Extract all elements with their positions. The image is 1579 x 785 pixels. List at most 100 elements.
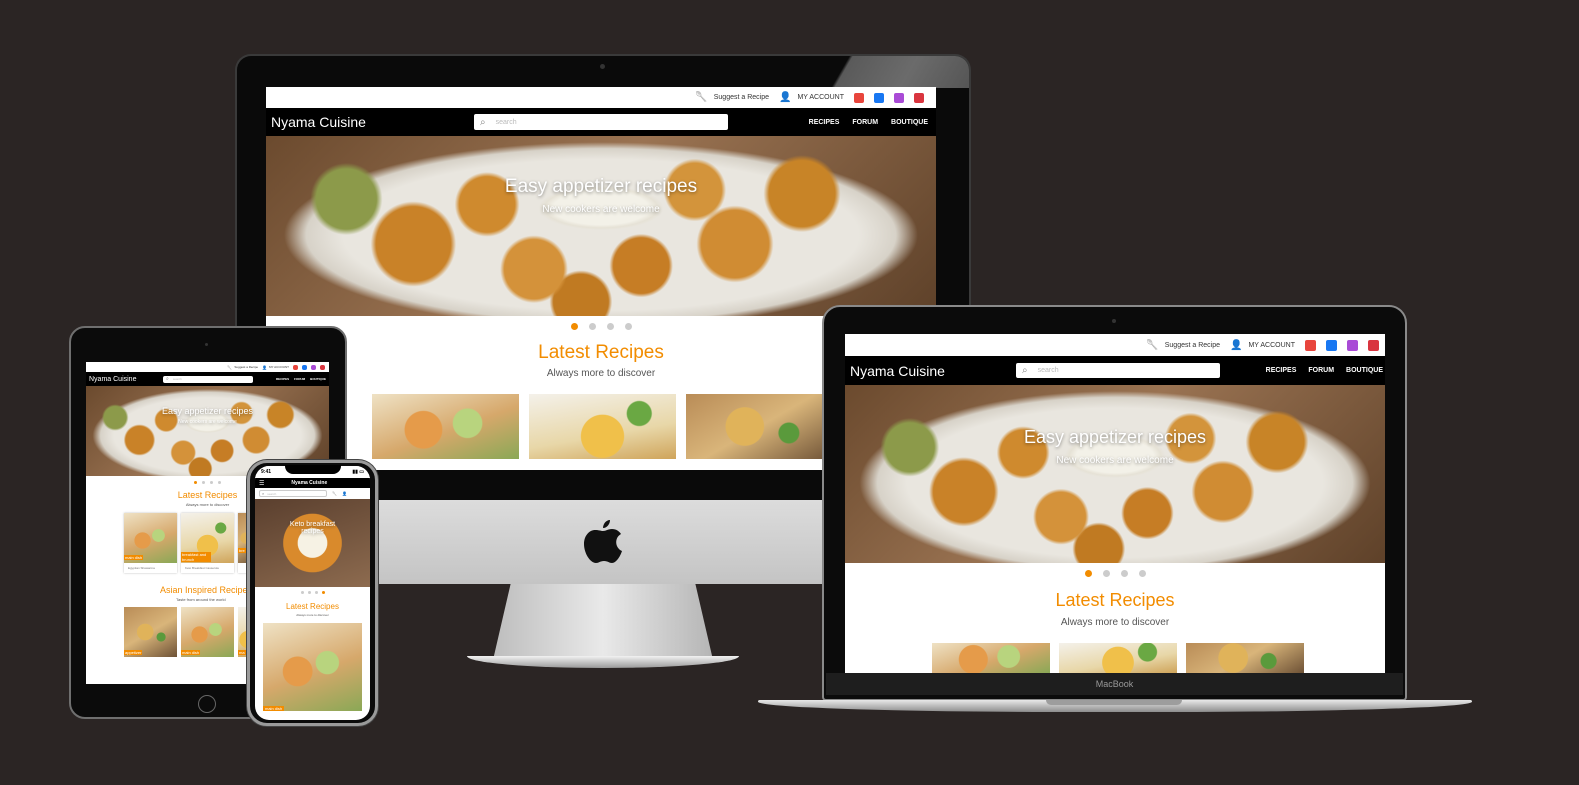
pinterest-icon[interactable] [320,364,325,370]
recipe-card[interactable] [372,394,519,459]
user-icon[interactable]: 👤 [342,491,347,496]
recipe-card[interactable] [1186,643,1304,673]
carousel-dot[interactable] [1084,570,1092,577]
search-placeholder: search [172,377,182,381]
nav-boutique[interactable]: BOUTIQUE [310,377,326,381]
hero-subtitle: New cookers are welcome [178,419,237,425]
search-icon: ⌕ [1022,365,1028,376]
nav-forum[interactable]: FORUM [294,377,305,381]
my-account-link[interactable]: 👤 MY ACCOUNT [262,365,289,370]
category-tag: main dish [263,706,285,711]
main-nav: RECIPES FORUM BOUTIQUE [1266,367,1383,374]
brand-logo[interactable]: Nyama Cuisine [271,114,474,130]
spoon-icon[interactable]: 🥄 [332,491,337,496]
carousel-dot[interactable] [218,481,221,484]
recipe-card[interactable] [686,394,833,459]
status-time: 9:41 [261,469,272,475]
carousel-dot[interactable] [321,591,325,594]
search-input[interactable]: ⌕ search [474,114,728,130]
recipe-card[interactable] [1059,643,1177,673]
recipe-card[interactable]: main dish Egyptian Shawarma [124,513,177,573]
carousel-dot[interactable] [588,323,596,330]
pinterest-icon[interactable] [1368,339,1379,351]
carousel-dot[interactable] [314,591,318,594]
hamburger-menu-icon[interactable]: ☰ [259,480,264,487]
brand-logo[interactable]: Nyama Cuisine [89,376,163,383]
hero-subtitle: New cookers are welcome [1056,455,1174,466]
iphone-notch [285,465,341,474]
search-icon: ⌕ [262,491,265,496]
carousel-dot[interactable] [300,591,304,594]
recipe-card[interactable]: main dish [263,623,362,711]
search-input[interactable]: ⌕ search [1016,363,1220,378]
nav-boutique[interactable]: BOUTIQUE [891,119,928,126]
nav-forum[interactable]: FORUM [852,119,878,126]
nav-boutique[interactable]: BOUTIQUE [1346,367,1383,374]
suggest-recipe-label: Suggest a Recipe [713,94,769,101]
recipe-card[interactable]: appetizer [124,607,177,657]
imac-navbar: Nyama Cuisine ⌕ search RECIPES FORUM BOU… [266,108,936,136]
my-account-label: MY ACCOUNT [1248,341,1295,349]
carousel-dot[interactable] [606,323,614,330]
hero-title: Keto breakfast recipes [289,521,336,535]
category-tag: breakfast and brunch [181,552,211,562]
spoon-icon: 🥄 [1146,339,1159,351]
suggest-recipe-link[interactable]: 🥄 Suggest a Recipe [1146,340,1220,351]
latest-recipes-subtitle: Always more to discover [1060,617,1170,628]
carousel-dot[interactable] [570,323,578,330]
macbook-screen: 🥄 Suggest a Recipe 👤 MY ACCOUNT Nyama Cu… [845,334,1385,673]
recipe-card[interactable] [932,643,1050,673]
iphone-screen: 9:41 ▮▮ ▭ ☰ Nyama Cuisine ⌕ search 🥄 👤 K… [255,466,370,720]
youtube-icon[interactable] [1305,339,1316,351]
search-input[interactable]: ⌕ search [163,375,253,383]
youtube-icon[interactable] [854,92,864,103]
nav-recipes[interactable]: RECIPES [809,119,840,126]
carousel-dot[interactable] [1102,570,1110,577]
brand-logo[interactable]: Nyama Cuisine [850,363,1016,379]
my-account-link[interactable]: 👤 MY ACCOUNT [1230,340,1295,351]
carousel-dot[interactable] [210,481,213,484]
user-icon: 👤 [262,364,268,370]
recipe-card[interactable]: breakfast and brunch Keto Breakfast Cass… [181,513,234,573]
my-account-link[interactable]: 👤 MY ACCOUNT [779,92,844,103]
macbook-notch [1046,700,1182,705]
my-account-label: MY ACCOUNT [797,94,844,101]
carousel-dot[interactable] [307,591,311,594]
suggest-recipe-link[interactable]: 🥄 Suggest a Recipe [695,92,769,103]
macbook-label: MacBook [826,673,1403,695]
instagram-icon[interactable] [311,364,316,370]
nav-forum[interactable]: FORUM [1308,367,1334,374]
ipad-topbar: 🥄 Suggest a Recipe 👤 MY ACCOUNT [86,362,329,372]
carousel-dot[interactable] [194,481,197,484]
nav-recipes[interactable]: RECIPES [1266,367,1297,374]
suggest-recipe-link[interactable]: 🥄 Suggest a Recipe [227,365,258,370]
apple-logo-icon [584,520,622,563]
search-placeholder: search [1037,367,1059,374]
facebook-icon[interactable] [1326,339,1337,351]
facebook-icon[interactable] [874,92,884,103]
brand-logo[interactable]: Nyama Cuisine [291,480,327,486]
instagram-icon[interactable] [894,92,904,103]
carousel-dot[interactable] [1138,570,1146,577]
search-icon: ⌕ [166,376,169,382]
nav-recipes[interactable]: RECIPES [276,377,289,381]
my-account-label: MY ACCOUNT [269,365,289,369]
recipe-card-title: Keto Breakfast Casserole [185,566,220,570]
youtube-icon[interactable] [293,364,298,370]
recipe-card[interactable] [529,394,676,459]
category-tag: main dish [181,650,201,655]
category-tag: bre [238,548,246,553]
instagram-icon[interactable] [1347,339,1358,351]
carousel-dot[interactable] [202,481,205,484]
recipe-card[interactable]: main dish [181,607,234,657]
facebook-icon[interactable] [302,364,307,370]
hero-carousel[interactable]: Easy appetizer recipes New cookers are w… [266,136,936,316]
hero-carousel[interactable]: Easy appetizer recipes New cookers are w… [845,385,1385,563]
carousel-dot[interactable] [1120,570,1128,577]
search-input[interactable]: ⌕ search [259,490,327,497]
pinterest-icon[interactable] [914,92,924,103]
hero-carousel[interactable]: Keto breakfast recipes [255,499,370,587]
main-nav: RECIPES FORUM BOUTIQUE [276,377,326,381]
main-nav: RECIPES FORUM BOUTIQUE [809,119,928,126]
carousel-dot[interactable] [624,323,632,330]
